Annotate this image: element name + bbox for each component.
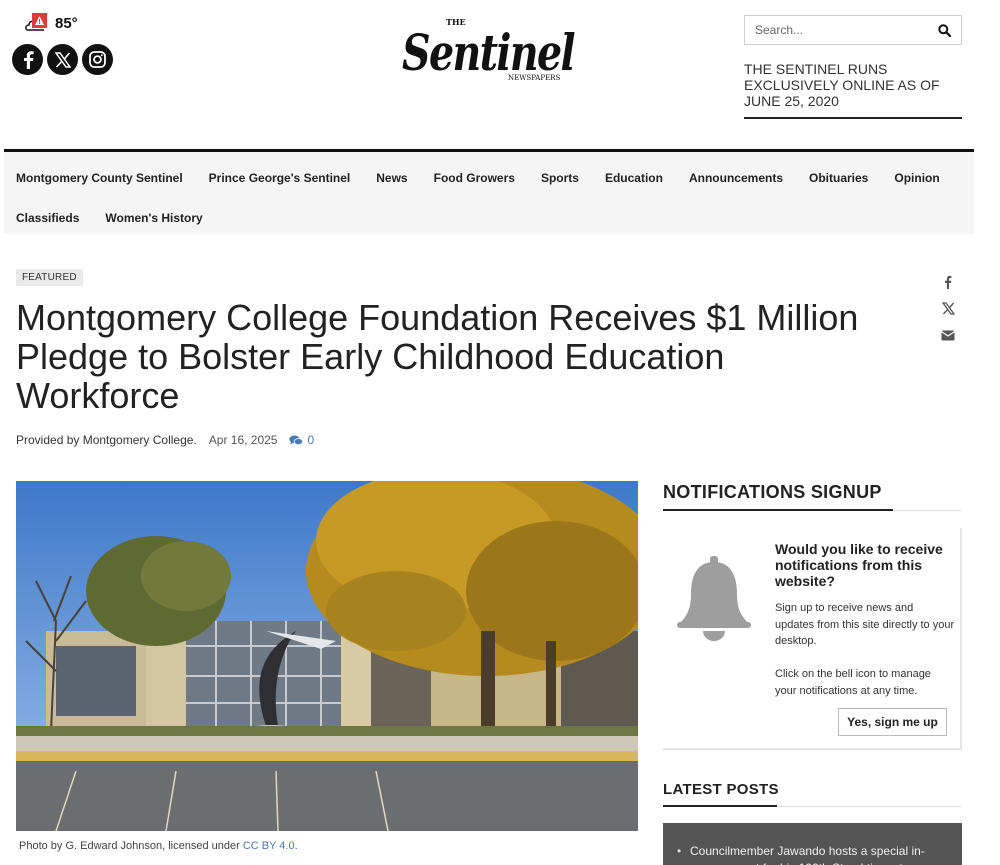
nav-item-education[interactable]: Education xyxy=(605,171,663,185)
share-email-icon[interactable] xyxy=(940,328,956,343)
nav-item-classifieds[interactable]: Classifieds xyxy=(16,211,79,225)
nav-row: Montgomery County Sentinel Prince George… xyxy=(4,158,974,198)
nav-row: Classifieds Women's History xyxy=(4,198,974,238)
comments-link[interactable]: 0 xyxy=(289,433,314,447)
share-buttons xyxy=(940,274,956,343)
latest-post-item[interactable]: Councilmember Jawando hosts a special in… xyxy=(677,843,952,865)
section-divider xyxy=(663,509,962,511)
site-logo[interactable]: THE Sentinel NEWSPAPERS xyxy=(400,12,580,84)
weather-temperature: 85° xyxy=(55,14,78,32)
nav-item-opinion[interactable]: Opinion xyxy=(894,171,939,185)
share-x-icon[interactable] xyxy=(940,301,956,316)
social-links xyxy=(12,44,113,75)
article-photo xyxy=(16,481,638,831)
section-divider xyxy=(663,805,962,807)
license-link[interactable]: CC BY 4.0 xyxy=(243,840,295,852)
share-facebook-icon[interactable] xyxy=(940,274,956,289)
caption-text: Photo by G. Edward Johnson, licensed und… xyxy=(19,840,243,852)
notifications-hint: Click on the bell icon to manage your no… xyxy=(775,668,931,697)
search-input[interactable] xyxy=(755,23,938,37)
weather-widget: 85° xyxy=(24,12,78,34)
x-icon[interactable] xyxy=(47,44,78,75)
nav-item-womens-history[interactable]: Women's History xyxy=(105,211,202,225)
article-date: Apr 16, 2025 xyxy=(208,433,278,447)
facebook-icon[interactable] xyxy=(12,44,43,75)
nav-item-news[interactable]: News xyxy=(376,171,407,185)
latest-posts-title: LATEST POSTS xyxy=(663,781,779,798)
notifications-question: Would you like to receive notifications … xyxy=(775,541,943,589)
comments-icon xyxy=(289,435,304,446)
online-notice: THE SENTINEL RUNS EXCLUSIVELY ONLINE AS … xyxy=(744,61,962,119)
latest-posts-list: Councilmember Jawando hosts a special in… xyxy=(663,823,962,865)
article-author: Provided by Montgomery College. xyxy=(16,433,197,447)
main-navigation: Montgomery County Sentinel Prince George… xyxy=(4,149,974,234)
nav-item-food-growers[interactable]: Food Growers xyxy=(434,171,515,185)
search-bar xyxy=(744,15,962,45)
nav-item-sports[interactable]: Sports xyxy=(541,171,579,185)
nav-item-prince-georges-sentinel[interactable]: Prince George's Sentinel xyxy=(209,171,351,185)
nav-item-announcements[interactable]: Announcements xyxy=(689,171,783,185)
comments-count: 0 xyxy=(307,433,315,447)
notifications-description: Sign up to receive news and updates from… xyxy=(775,602,955,647)
bell-icon[interactable] xyxy=(677,554,751,644)
notifications-card: Would you like to receive notifications … xyxy=(663,528,962,750)
search-icon[interactable] xyxy=(938,23,951,37)
featured-badge[interactable]: FEATURED xyxy=(16,269,83,286)
caption-suffix: . xyxy=(294,840,298,852)
nav-item-obituaries[interactable]: Obituaries xyxy=(809,171,868,185)
article-headline: Montgomery College Foundation Receives $… xyxy=(16,297,859,416)
article-byline: Provided by Montgomery College. Apr 16, … xyxy=(16,433,314,447)
nav-item-montgomery-county-sentinel[interactable]: Montgomery County Sentinel xyxy=(16,171,183,185)
logo-suffix: NEWSPAPERS xyxy=(508,74,560,82)
weather-alert-icon xyxy=(24,12,52,34)
signup-button[interactable]: Yes, sign me up xyxy=(838,708,947,736)
notifications-title: NOTIFICATIONS SIGNUP xyxy=(663,482,882,502)
instagram-icon[interactable] xyxy=(82,44,113,75)
photo-caption: Photo by G. Edward Johnson, licensed und… xyxy=(19,840,298,852)
